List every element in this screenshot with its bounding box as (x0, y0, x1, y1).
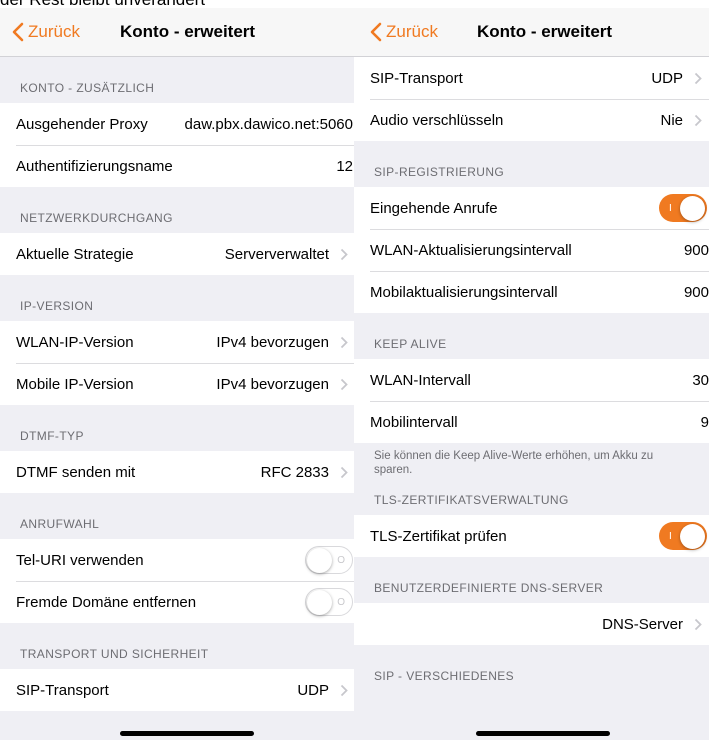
chevron-left-icon (12, 22, 24, 42)
row-label: Eingehende Anrufe (370, 199, 498, 217)
row-value: RFC 2833 (260, 463, 329, 481)
section-header-tls: TLS-ZERTIFIKATSVERWALTUNG (374, 493, 569, 507)
home-indicator[interactable] (476, 731, 610, 736)
toggle-mark: O (337, 596, 345, 608)
row-label: Aktuelle Strategie (16, 245, 134, 263)
tls-check-row: TLS-Zertifikat prüfen I (354, 515, 709, 557)
row-label: WLAN-IP-Version (16, 333, 134, 351)
row-value: DNS-Server (602, 615, 683, 633)
mobile-refresh-row[interactable]: Mobilaktualisierungsintervall 900 (354, 271, 709, 313)
chevron-right-icon (687, 114, 709, 127)
tls-check-toggle[interactable]: I (659, 522, 707, 550)
row-value: UDP (297, 681, 329, 699)
auth-name-row[interactable]: Authentifizierungsname 12 (0, 145, 355, 187)
chevron-right-icon (333, 336, 355, 349)
chevron-right-icon (333, 466, 355, 479)
nav-bar: Zurück Konto - erweitert (0, 8, 355, 57)
row-value: 900 (683, 283, 709, 301)
settings-panel-left: Zurück Konto - erweitert KONTO - ZUSÄTZL… (0, 8, 355, 740)
mobile-interval-row[interactable]: Mobilintervall 9 (354, 401, 709, 443)
keepalive-footnote: Sie können die Keep Alive-Werte erhöhen,… (374, 450, 654, 476)
section-header-transport: TRANSPORT UND SICHERHEIT (20, 647, 209, 661)
settings-list: KONTO - ZUSÄTZLICH Ausgehender Proxy daw… (0, 57, 355, 711)
toggle-mark: O (337, 554, 345, 566)
chevron-right-icon (687, 618, 709, 631)
incoming-calls-toggle[interactable]: I (659, 194, 707, 222)
section-header-netz: NETZWERKDURCHGANG (20, 211, 173, 225)
toggle-mark: I (669, 530, 672, 542)
chevron-right-icon (333, 248, 355, 261)
row-label: Mobile IP-Version (16, 375, 134, 393)
row-value: daw.pbx.dawico.net:5060 (184, 115, 353, 133)
dtmf-row[interactable]: DTMF senden mit RFC 2833 (0, 451, 355, 493)
section-header-dtmf: DTMF-TYP (20, 429, 84, 443)
foreign-domain-toggle[interactable]: O (305, 588, 353, 616)
section-header-konto: KONTO - ZUSÄTZLICH (20, 81, 155, 95)
row-value: IPv4 bevorzugen (216, 333, 329, 351)
back-button[interactable]: Zurück (12, 8, 80, 56)
row-value: IPv4 bevorzugen (216, 375, 329, 393)
row-value: 9 (700, 413, 709, 431)
row-label: Tel-URI verwenden (16, 551, 144, 569)
row-label: TLS-Zertifikat prüfen (370, 527, 507, 545)
row-label: SIP-Transport (370, 69, 463, 87)
row-value: 30 (692, 371, 709, 389)
toggle-mark: I (669, 202, 672, 214)
nav-bar: Zurück Konto - erweitert (354, 8, 709, 57)
sip-transport-row[interactable]: SIP-Transport UDP (0, 669, 355, 711)
foreign-domain-row: Fremde Domäne entfernen O (0, 581, 355, 623)
tel-uri-toggle[interactable]: O (305, 546, 353, 574)
row-label: Mobilintervall (370, 413, 458, 431)
wlan-refresh-row[interactable]: WLAN-Aktualisierungsintervall 900 (354, 229, 709, 271)
section-header-ip: IP-VERSION (20, 299, 94, 313)
row-value: 900 (683, 241, 709, 259)
sip-transport-row[interactable]: SIP-Transport UDP (354, 57, 709, 99)
settings-list: SIP-Transport UDP Audio verschlüsseln Ni… (354, 57, 709, 691)
row-label: WLAN-Intervall (370, 371, 471, 389)
row-value: Nie (660, 111, 683, 129)
row-label: Fremde Domäne entfernen (16, 593, 197, 611)
outgoing-proxy-row[interactable]: Ausgehender Proxy daw.pbx.dawico.net:506… (0, 103, 355, 145)
row-label: Mobilaktualisierungsintervall (370, 283, 558, 301)
toggle-knob (680, 195, 705, 221)
mobile-ip-row[interactable]: Mobile IP-Version IPv4 bevorzugen (0, 363, 355, 405)
page-title: Konto - erweitert (120, 22, 256, 41)
section-header-misc: SIP - VERSCHIEDENES (374, 669, 515, 683)
tel-uri-row: Tel-URI verwenden O (0, 539, 355, 581)
home-indicator[interactable] (120, 731, 254, 736)
row-value: UDP (651, 69, 683, 87)
back-button[interactable]: Zurück (370, 8, 438, 56)
page-title: Konto - erweitert (477, 22, 613, 41)
row-label: Ausgehender Proxy (16, 115, 148, 133)
row-label: DTMF senden mit (16, 463, 136, 481)
toggle-knob (307, 547, 332, 573)
toggle-knob (307, 589, 332, 615)
back-label: Zurück (386, 22, 438, 41)
section-header-anruf: ANRUFWAHL (20, 517, 100, 531)
wlan-interval-row[interactable]: WLAN-Intervall 30 (354, 359, 709, 401)
chevron-left-icon (370, 22, 382, 42)
incoming-calls-row: Eingehende Anrufe I (354, 187, 709, 229)
row-label: WLAN-Aktualisierungsintervall (370, 241, 572, 259)
section-header-registration: SIP-REGISTRIERUNG (374, 165, 505, 179)
row-label: SIP-Transport (16, 681, 109, 699)
strategy-row[interactable]: Aktuelle Strategie Serververwaltet (0, 233, 355, 275)
section-header-keepalive: KEEP ALIVE (374, 337, 447, 351)
back-label: Zurück (28, 22, 80, 41)
chevron-right-icon (333, 378, 355, 391)
audio-encryption-row[interactable]: Audio verschlüsseln Nie (354, 99, 709, 141)
row-value: Serververwaltet (224, 245, 329, 263)
row-value: 12 (336, 157, 353, 175)
row-label: Authentifizierungsname (16, 157, 173, 175)
dns-server-row[interactable]: DNS-Server (354, 603, 709, 645)
section-header-dns: BENUTZERDEFINIERTE DNS-SERVER (374, 581, 604, 595)
chevron-right-icon (687, 72, 709, 85)
wlan-ip-row[interactable]: WLAN-IP-Version IPv4 bevorzugen (0, 321, 355, 363)
row-label: Audio verschlüsseln (370, 111, 504, 129)
toggle-knob (680, 523, 705, 549)
chevron-right-icon (333, 684, 355, 697)
settings-panel-right: Zurück Konto - erweitert SIP-Transport U… (354, 8, 709, 740)
